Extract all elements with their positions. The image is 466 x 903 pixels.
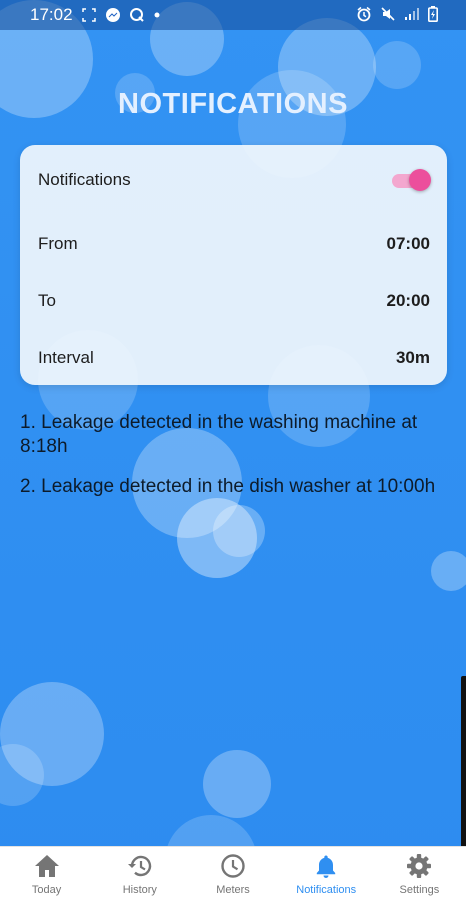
mute-icon bbox=[380, 6, 396, 22]
from-label: From bbox=[38, 234, 78, 253]
to-value[interactable]: 20:00 bbox=[387, 291, 430, 311]
alert-list: 1. Leakage detected in the washing machi… bbox=[20, 411, 450, 515]
clock-icon bbox=[219, 853, 247, 879]
nav-label-settings: Settings bbox=[399, 884, 440, 896]
notification-settings-card: Notifications From 07:00 To 20:00 Interv… bbox=[20, 145, 447, 385]
toggle-thumb bbox=[409, 169, 431, 191]
interval-label: Interval bbox=[38, 348, 94, 367]
nav-label-meters: Meters bbox=[216, 884, 250, 896]
from-row[interactable]: From 07:00 bbox=[38, 230, 430, 258]
gear-icon bbox=[405, 853, 433, 879]
to-row[interactable]: To 20:00 bbox=[38, 287, 430, 315]
nav-item-history[interactable]: History bbox=[93, 847, 186, 903]
interval-value[interactable]: 30m bbox=[396, 348, 430, 368]
home-icon bbox=[33, 853, 61, 879]
alert-item: 2. Leakage detected in the dish washer a… bbox=[20, 476, 436, 497]
page-title: NOTIFICATIONS bbox=[118, 88, 348, 120]
nav-item-meters[interactable]: Meters bbox=[186, 847, 279, 903]
notifications-toggle[interactable] bbox=[392, 169, 431, 191]
alarm-icon bbox=[356, 6, 372, 22]
nav-item-today[interactable]: Today bbox=[0, 847, 93, 903]
bottom-navigation: Today History Meters Notifications Setti… bbox=[0, 846, 466, 903]
status-bar: 17:02 bbox=[0, 0, 466, 30]
status-right bbox=[356, 6, 438, 22]
to-label: To bbox=[38, 291, 56, 310]
interval-row[interactable]: Interval 30m bbox=[38, 344, 430, 372]
nav-label-today: Today bbox=[31, 884, 62, 896]
bell-icon bbox=[312, 853, 340, 879]
screenshot-icon bbox=[81, 7, 97, 23]
notifications-label: Notifications bbox=[38, 170, 131, 189]
alert-item: 1. Leakage detected in the washing machi… bbox=[20, 412, 418, 457]
nav-label-history: History bbox=[122, 884, 157, 896]
history-icon bbox=[126, 853, 154, 879]
from-value[interactable]: 07:00 bbox=[387, 234, 430, 254]
status-time: 17:02 bbox=[30, 5, 73, 24]
status-left: 17:02 bbox=[30, 5, 161, 25]
dot-icon bbox=[153, 11, 161, 19]
signal-icon bbox=[404, 7, 420, 21]
nav-item-notifications[interactable]: Notifications bbox=[280, 847, 373, 903]
nav-item-settings[interactable]: Settings bbox=[373, 847, 466, 903]
messenger-icon bbox=[105, 7, 121, 23]
q-app-icon bbox=[129, 7, 145, 23]
app-screen: 17:02 NOTIFICATIONS Notifications From 0… bbox=[0, 0, 466, 903]
battery-charging-icon bbox=[428, 6, 438, 22]
nav-label-notifications: Notifications bbox=[296, 884, 357, 896]
notifications-row: Notifications bbox=[38, 166, 431, 194]
edge-panel-handle[interactable] bbox=[461, 676, 466, 862]
